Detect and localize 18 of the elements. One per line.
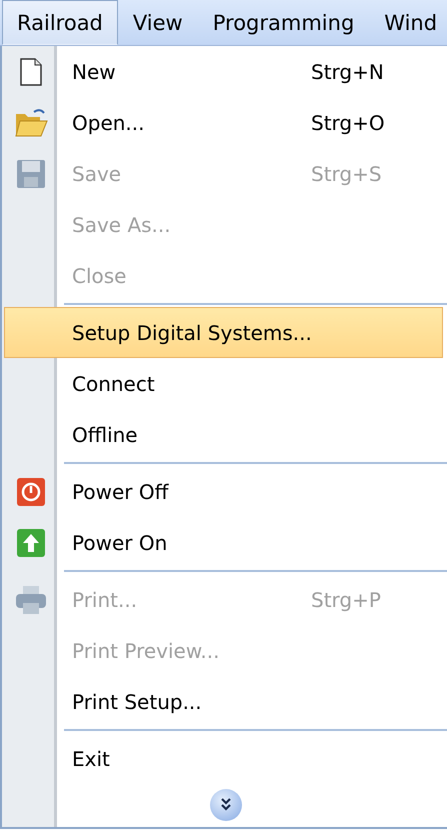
menu-item[interactable]: Offline: [4, 409, 443, 460]
document-icon: [20, 58, 42, 86]
menu-item[interactable]: Power Off: [4, 466, 443, 517]
menu-bar-item[interactable]: Programming: [198, 0, 370, 45]
menu-bar-item[interactable]: View: [118, 0, 198, 45]
power-icon: [16, 476, 46, 506]
menu-item[interactable]: Power On: [4, 517, 443, 568]
menu-item[interactable]: Open... Strg+O: [4, 97, 443, 148]
menu-item[interactable]: Print Setup...: [4, 676, 443, 727]
menu-bar-item[interactable]: Railroad: [2, 0, 118, 45]
menu-bar-item[interactable]: Wind: [369, 0, 447, 45]
menu-item[interactable]: Exit: [4, 733, 443, 784]
expand-more-icon[interactable]: [208, 788, 242, 822]
menu-item[interactable]: New Strg+N: [4, 46, 443, 97]
printer-icon: [14, 584, 48, 614]
menu-item[interactable]: Connect: [4, 358, 443, 409]
folder-icon: [14, 108, 48, 138]
menu-item[interactable]: Setup Digital Systems...: [4, 307, 443, 358]
